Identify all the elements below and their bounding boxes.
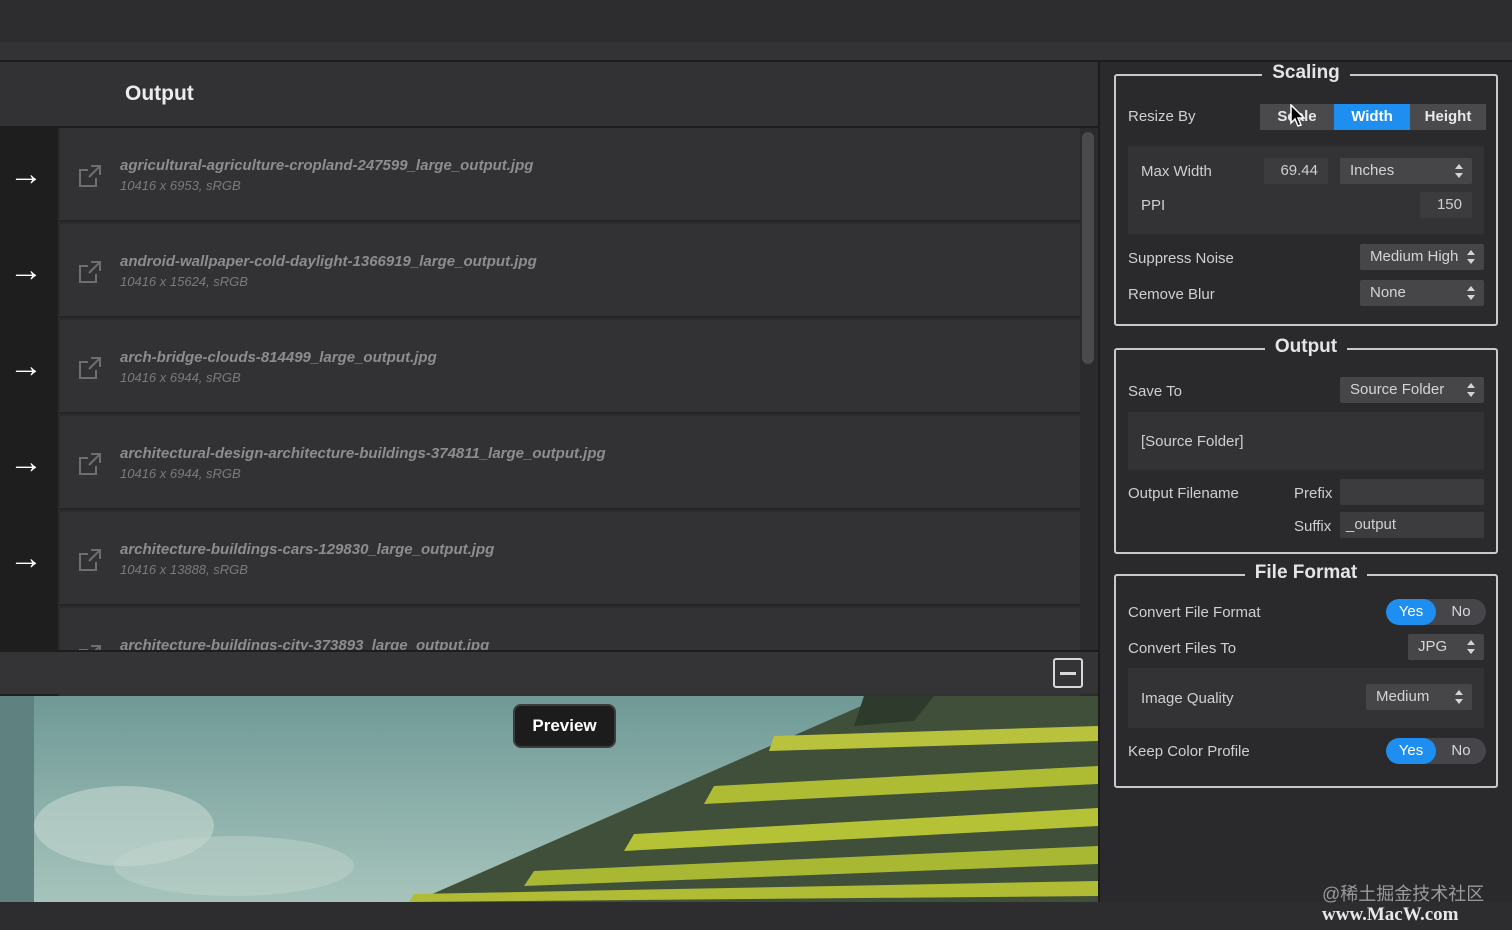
file-meta: 10416 x 15624, sRGB [120,274,248,289]
image-quality-select[interactable]: Medium [1366,684,1472,710]
toolbar-band [0,42,1512,60]
arrow-column: → → → → → → [0,128,58,712]
image-quality-value: Medium [1376,688,1430,705]
unit-select[interactable]: Inches [1340,158,1472,184]
width-settings-box: Max Width 69.44 Inches PPI 150 [1128,146,1484,234]
suffix-label: Suffix [1294,518,1332,535]
resize-height-option[interactable]: Height [1410,104,1486,130]
title-bar [0,0,1512,42]
ppi-input[interactable]: 150 [1420,192,1472,218]
remove-blur-select[interactable]: None [1360,280,1484,306]
save-to-label: Save To [1128,383,1182,400]
open-external-icon[interactable] [78,260,102,284]
file-meta: 10416 x 6944, sRGB [120,466,241,481]
output-filename-label: Output Filename [1128,485,1239,502]
resize-by-label: Resize By [1128,108,1196,125]
arrow-right-icon: → [9,251,43,289]
file-name: android-wallpaper-cold-daylight-1366919_… [120,253,537,270]
chevron-updown-icon [1466,380,1476,400]
file-meta: 10416 x 13888, sRGB [120,562,248,577]
remove-blur-label: Remove Blur [1128,286,1215,303]
open-external-icon[interactable] [78,452,102,476]
chevron-updown-icon [1454,687,1464,707]
keep-yes-option[interactable]: Yes [1386,738,1436,764]
arrow-right-icon: → [9,347,43,385]
list-item[interactable]: architecture-buildings-cars-129830_large… [60,512,1080,606]
file-name: agricultural-agriculture-cropland-247599… [120,157,534,174]
output-file-list[interactable]: → → → → → → agricultural-agriculture-cro… [0,128,1098,712]
open-external-icon[interactable] [78,356,102,380]
max-width-label: Max Width [1141,163,1212,180]
list-item[interactable]: architectural-design-architecture-buildi… [60,416,1080,510]
file-name: architecture-buildings-cars-129830_large… [120,541,495,558]
save-path-box[interactable]: [Source Folder] [1128,412,1484,470]
convert-to-value: JPG [1418,638,1448,655]
watermark-text: @稀土掘金技术社区 [1322,884,1485,904]
preview-label: Preview [513,704,616,748]
file-format-group: File Format Convert File Format Yes No C… [1114,562,1498,788]
mouse-cursor-icon [1290,104,1306,127]
arrow-right-icon: → [9,443,43,481]
scaling-title: Scaling [1262,62,1350,83]
output-settings-group: Output Save To Source Folder [Source Fol… [1114,336,1498,554]
file-name: arch-bridge-clouds-814499_large_output.j… [120,349,437,366]
chevron-updown-icon [1454,161,1464,181]
settings-panel: Scaling Resize By Scale Width Height Max… [1098,62,1512,902]
prefix-label: Prefix [1294,485,1333,502]
watermark-url: www.MacW.com [1322,904,1459,925]
keep-color-profile-label: Keep Color Profile [1128,743,1250,760]
chevron-updown-icon [1466,283,1476,303]
prefix-input[interactable] [1340,479,1484,505]
chevron-updown-icon [1466,247,1476,267]
keep-no-option[interactable]: No [1436,738,1486,764]
keep-color-profile-toggle[interactable]: Yes No [1386,738,1486,764]
bottom-strip [0,902,1512,930]
quality-box: Image Quality Medium [1128,668,1484,728]
file-meta: 10416 x 6953, sRGB [120,178,241,193]
convert-format-toggle[interactable]: Yes No [1386,599,1486,625]
file-name: architectural-design-architecture-buildi… [120,445,606,462]
save-to-value: Source Folder [1350,381,1445,398]
convert-yes-option[interactable]: Yes [1386,599,1436,625]
save-path-value: [Source Folder] [1141,433,1244,450]
list-item[interactable]: android-wallpaper-cold-daylight-1366919_… [60,224,1080,318]
suffix-input[interactable]: _output [1340,512,1484,538]
file-meta: 10416 x 6944, sRGB [120,370,241,385]
output-title: Output [125,82,194,105]
save-to-select[interactable]: Source Folder [1340,377,1484,403]
output-settings-title: Output [1264,336,1348,357]
unit-select-value: Inches [1350,162,1395,179]
ppi-label: PPI [1141,197,1166,214]
max-width-input[interactable]: 69.44 [1264,158,1328,184]
preview-toolbar [0,650,1098,694]
open-external-icon[interactable] [78,164,102,188]
image-quality-label: Image Quality [1141,690,1234,707]
open-external-icon[interactable] [78,548,102,572]
arrow-right-icon: → [9,539,43,577]
list-item[interactable]: arch-bridge-clouds-814499_large_output.j… [60,320,1080,414]
remove-blur-value: None [1370,284,1406,301]
arrow-right-icon: → [9,155,43,193]
convert-no-option[interactable]: No [1436,599,1486,625]
output-header: Output [0,62,1098,128]
suppress-noise-select[interactable]: Medium High [1360,244,1484,270]
convert-to-label: Convert Files To [1128,640,1237,657]
suppress-noise-value: Medium High [1370,248,1459,265]
convert-to-select[interactable]: JPG [1408,634,1484,660]
collapse-preview-button[interactable] [1053,658,1083,688]
scaling-group: Scaling Resize By Scale Width Height Max… [1114,62,1498,326]
file-format-title: File Format [1244,562,1368,583]
suppress-noise-label: Suppress Noise [1128,250,1234,267]
resize-width-option[interactable]: Width [1334,104,1410,130]
preview-strip [0,696,34,902]
list-item[interactable]: agricultural-agriculture-cropland-247599… [60,128,1080,222]
chevron-updown-icon [1466,637,1476,657]
scrollbar-thumb[interactable] [1082,132,1094,364]
convert-format-label: Convert File Format [1128,604,1261,621]
